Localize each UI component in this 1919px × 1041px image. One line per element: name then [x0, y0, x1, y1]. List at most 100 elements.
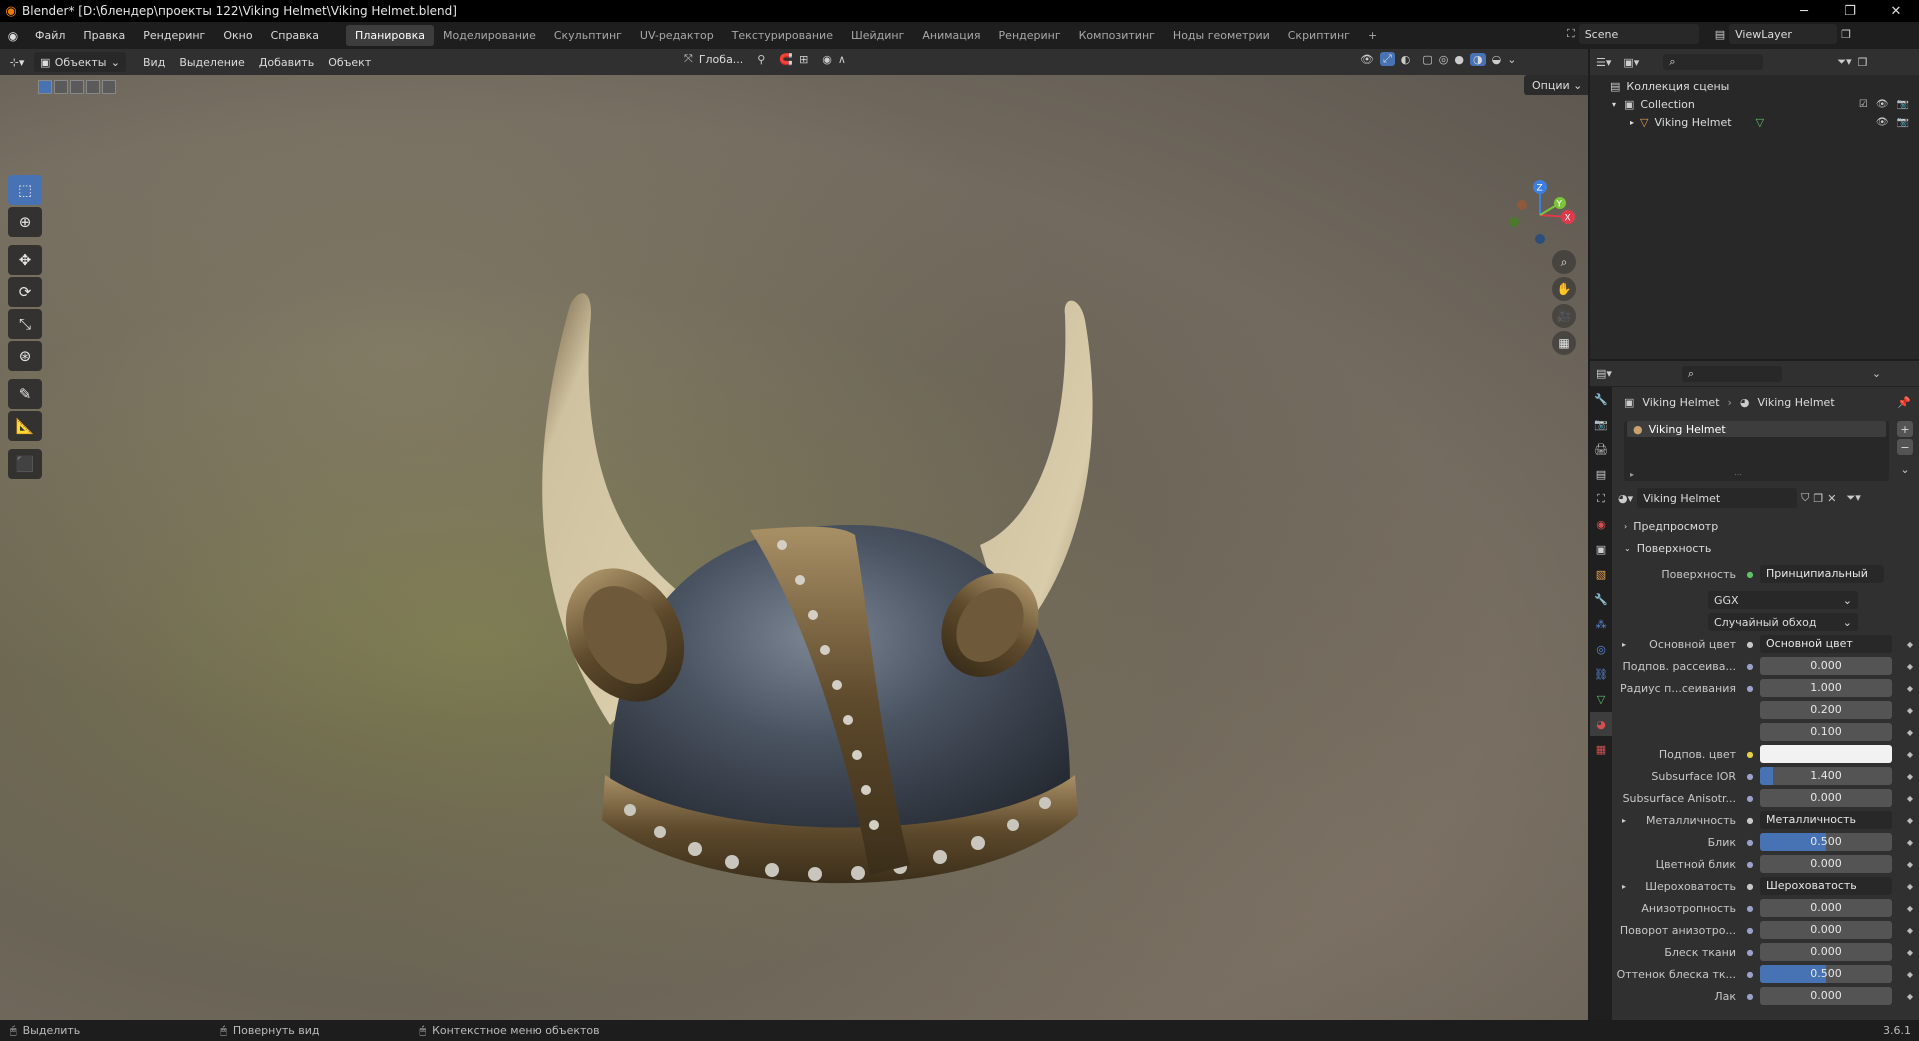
linked-input-field[interactable]: Металличность: [1760, 811, 1892, 829]
constraints-tab-icon[interactable]: ⛓: [1590, 662, 1612, 686]
socket-icon[interactable]: ●: [1744, 990, 1756, 1002]
value-field[interactable]: 0.000: [1760, 943, 1892, 961]
properties-editor-icon[interactable]: ▤▾: [1596, 367, 1612, 380]
list-resize-handle-icon[interactable]: ⋯: [1734, 470, 1742, 479]
value-field[interactable]: 0.500: [1760, 965, 1892, 983]
keyframe-icon[interactable]: ◆: [1907, 970, 1913, 979]
cursor-tool[interactable]: ⊕: [8, 207, 42, 237]
measure-tool[interactable]: 📐: [8, 411, 42, 441]
render-tab-icon[interactable]: 📷: [1590, 412, 1612, 436]
tab-animation[interactable]: Анимация: [913, 25, 989, 46]
gizmo-toggle-icon[interactable]: ⤢: [1379, 52, 1395, 66]
visibility-icon[interactable]: 👁: [1360, 53, 1374, 66]
keyframe-icon[interactable]: ◆: [1907, 662, 1913, 671]
new-collection-icon[interactable]: ❐: [1858, 56, 1868, 69]
color-swatch[interactable]: [1760, 745, 1892, 763]
filter-icon[interactable]: ⏷▾: [1837, 55, 1851, 69]
socket-icon[interactable]: ●: [1744, 880, 1756, 892]
value-field[interactable]: 1.400: [1760, 767, 1892, 785]
keyframe-icon[interactable]: ◆: [1907, 640, 1913, 649]
menu-file[interactable]: Файл: [26, 29, 74, 42]
select-new-icon[interactable]: [38, 80, 52, 94]
value-field[interactable]: 0.000: [1760, 657, 1892, 675]
scene-selector[interactable]: Scene: [1578, 24, 1699, 44]
world-tab-icon[interactable]: ◉: [1590, 512, 1612, 536]
tab-layout[interactable]: Планировка: [346, 25, 435, 46]
socket-icon[interactable]: ●: [1744, 748, 1756, 760]
camera-render-icon[interactable]: 📷: [1897, 99, 1909, 110]
view-layer-selector[interactable]: ViewLayer: [1729, 24, 1838, 44]
3d-viewport[interactable]: Опции ⌄ ⬚ ⊕ ✥ ⟳ ⤡ ⊛ ✎ 📐 ⬛ Z X Y ⌕ ✋ 🎥 ▦: [0, 75, 1588, 1020]
expand-arrow-icon[interactable]: ▸: [1630, 470, 1634, 479]
socket-icon[interactable]: ●: [1744, 858, 1756, 870]
keyframe-icon[interactable]: ◆: [1907, 706, 1913, 715]
navigation-gizmo[interactable]: Z X Y: [1500, 175, 1580, 255]
menu-help[interactable]: Справка: [262, 29, 328, 42]
material-browse-icon[interactable]: ◕▾: [1618, 492, 1633, 505]
material-name-field[interactable]: Viking Helmet: [1637, 488, 1798, 508]
tab-scripting[interactable]: Скриптинг: [1279, 25, 1359, 46]
chevron-down-icon[interactable]: ⌄: [1872, 367, 1881, 380]
minimize-button[interactable]: ─: [1781, 0, 1827, 22]
socket-icon[interactable]: ●: [1744, 770, 1756, 782]
xray-icon[interactable]: ▢: [1422, 53, 1432, 66]
value-field[interactable]: 0.000: [1760, 899, 1892, 917]
select-invert-icon[interactable]: [86, 80, 100, 94]
collection-tab-icon[interactable]: ▣: [1590, 537, 1612, 561]
keyframe-icon[interactable]: ◆: [1907, 838, 1913, 847]
scene-icon[interactable]: ⛶: [1567, 27, 1575, 41]
physics-tab-icon[interactable]: ◎: [1590, 637, 1612, 661]
view-layer-icon[interactable]: ▤: [1715, 28, 1725, 41]
value-field[interactable]: 0.500: [1760, 833, 1892, 851]
expand-arrow-icon[interactable]: ▾: [1612, 100, 1616, 109]
keyframe-icon[interactable]: ◆: [1907, 926, 1913, 935]
subsurface-method-dropdown[interactable]: Случайный обход ⌄: [1708, 613, 1858, 631]
expand-arrow-icon[interactable]: ▸: [1622, 882, 1626, 891]
proportional-edit-icon[interactable]: ◉: [822, 53, 832, 66]
view-layer-tab-icon[interactable]: ▤: [1590, 462, 1612, 486]
object-tab-icon[interactable]: ▧: [1590, 562, 1612, 586]
chevron-down-icon[interactable]: ⌄: [1897, 463, 1913, 476]
socket-icon[interactable]: ●: [1744, 968, 1756, 980]
value-field[interactable]: 1.000: [1760, 679, 1892, 697]
tool-tab-icon[interactable]: 🔧: [1590, 387, 1612, 411]
pin-icon[interactable]: 📌: [1897, 396, 1911, 409]
tab-geometry-nodes[interactable]: Ноды геометрии: [1164, 25, 1279, 46]
properties-search-input[interactable]: ⌕: [1681, 365, 1782, 382]
socket-icon[interactable]: ●: [1744, 836, 1756, 848]
duplicate-material-icon[interactable]: ❐: [1813, 492, 1823, 505]
socket-icon[interactable]: ●: [1744, 946, 1756, 958]
transform-orientation-dropdown[interactable]: Глоба...: [699, 53, 743, 66]
value-field[interactable]: 0.100: [1760, 723, 1892, 741]
mode-selector[interactable]: ▣ Объекты ⌄: [34, 52, 126, 72]
snap-icon[interactable]: 🧲: [779, 53, 793, 66]
menu-add[interactable]: Добавить: [252, 56, 321, 69]
unlink-material-icon[interactable]: ✕: [1827, 492, 1836, 505]
scene-tab-icon[interactable]: ⛶: [1590, 487, 1612, 511]
rotate-tool[interactable]: ⟳: [8, 277, 42, 307]
linked-input-field[interactable]: Основной цвет: [1760, 635, 1892, 653]
tab-texture-paint[interactable]: Текстурирование: [723, 25, 842, 46]
link-mode-icon[interactable]: ⏷▾: [1846, 491, 1860, 505]
linked-input-field[interactable]: Шероховатость: [1760, 877, 1892, 895]
value-field[interactable]: 0.000: [1760, 855, 1892, 873]
select-intersect-icon[interactable]: [102, 80, 116, 94]
value-field[interactable]: 0.000: [1760, 987, 1892, 1005]
socket-icon[interactable]: ●: [1744, 792, 1756, 804]
tab-sculpting[interactable]: Скульптинг: [545, 25, 631, 46]
particles-tab-icon[interactable]: ⁂: [1590, 612, 1612, 636]
keyframe-icon[interactable]: ◆: [1907, 882, 1913, 891]
keyframe-icon[interactable]: ◆: [1907, 772, 1913, 781]
menu-window[interactable]: Окно: [214, 29, 261, 42]
surface-shader-field[interactable]: Принципиальный BSDF: [1760, 565, 1884, 583]
value-field[interactable]: 0.000: [1760, 921, 1892, 939]
menu-select[interactable]: Выделение: [172, 56, 252, 69]
surface-panel-header[interactable]: ⌄ Поверхность: [1614, 537, 1919, 559]
socket-icon[interactable]: ●: [1744, 660, 1756, 672]
distribution-dropdown[interactable]: GGX ⌄: [1708, 591, 1858, 609]
maximize-button[interactable]: ❐: [1827, 0, 1873, 22]
transform-tool[interactable]: ⊛: [8, 341, 42, 371]
outliner-search-input[interactable]: ⌕: [1663, 54, 1764, 70]
add-cube-tool[interactable]: ⬛: [8, 449, 42, 479]
socket-icon[interactable]: ●: [1744, 902, 1756, 914]
